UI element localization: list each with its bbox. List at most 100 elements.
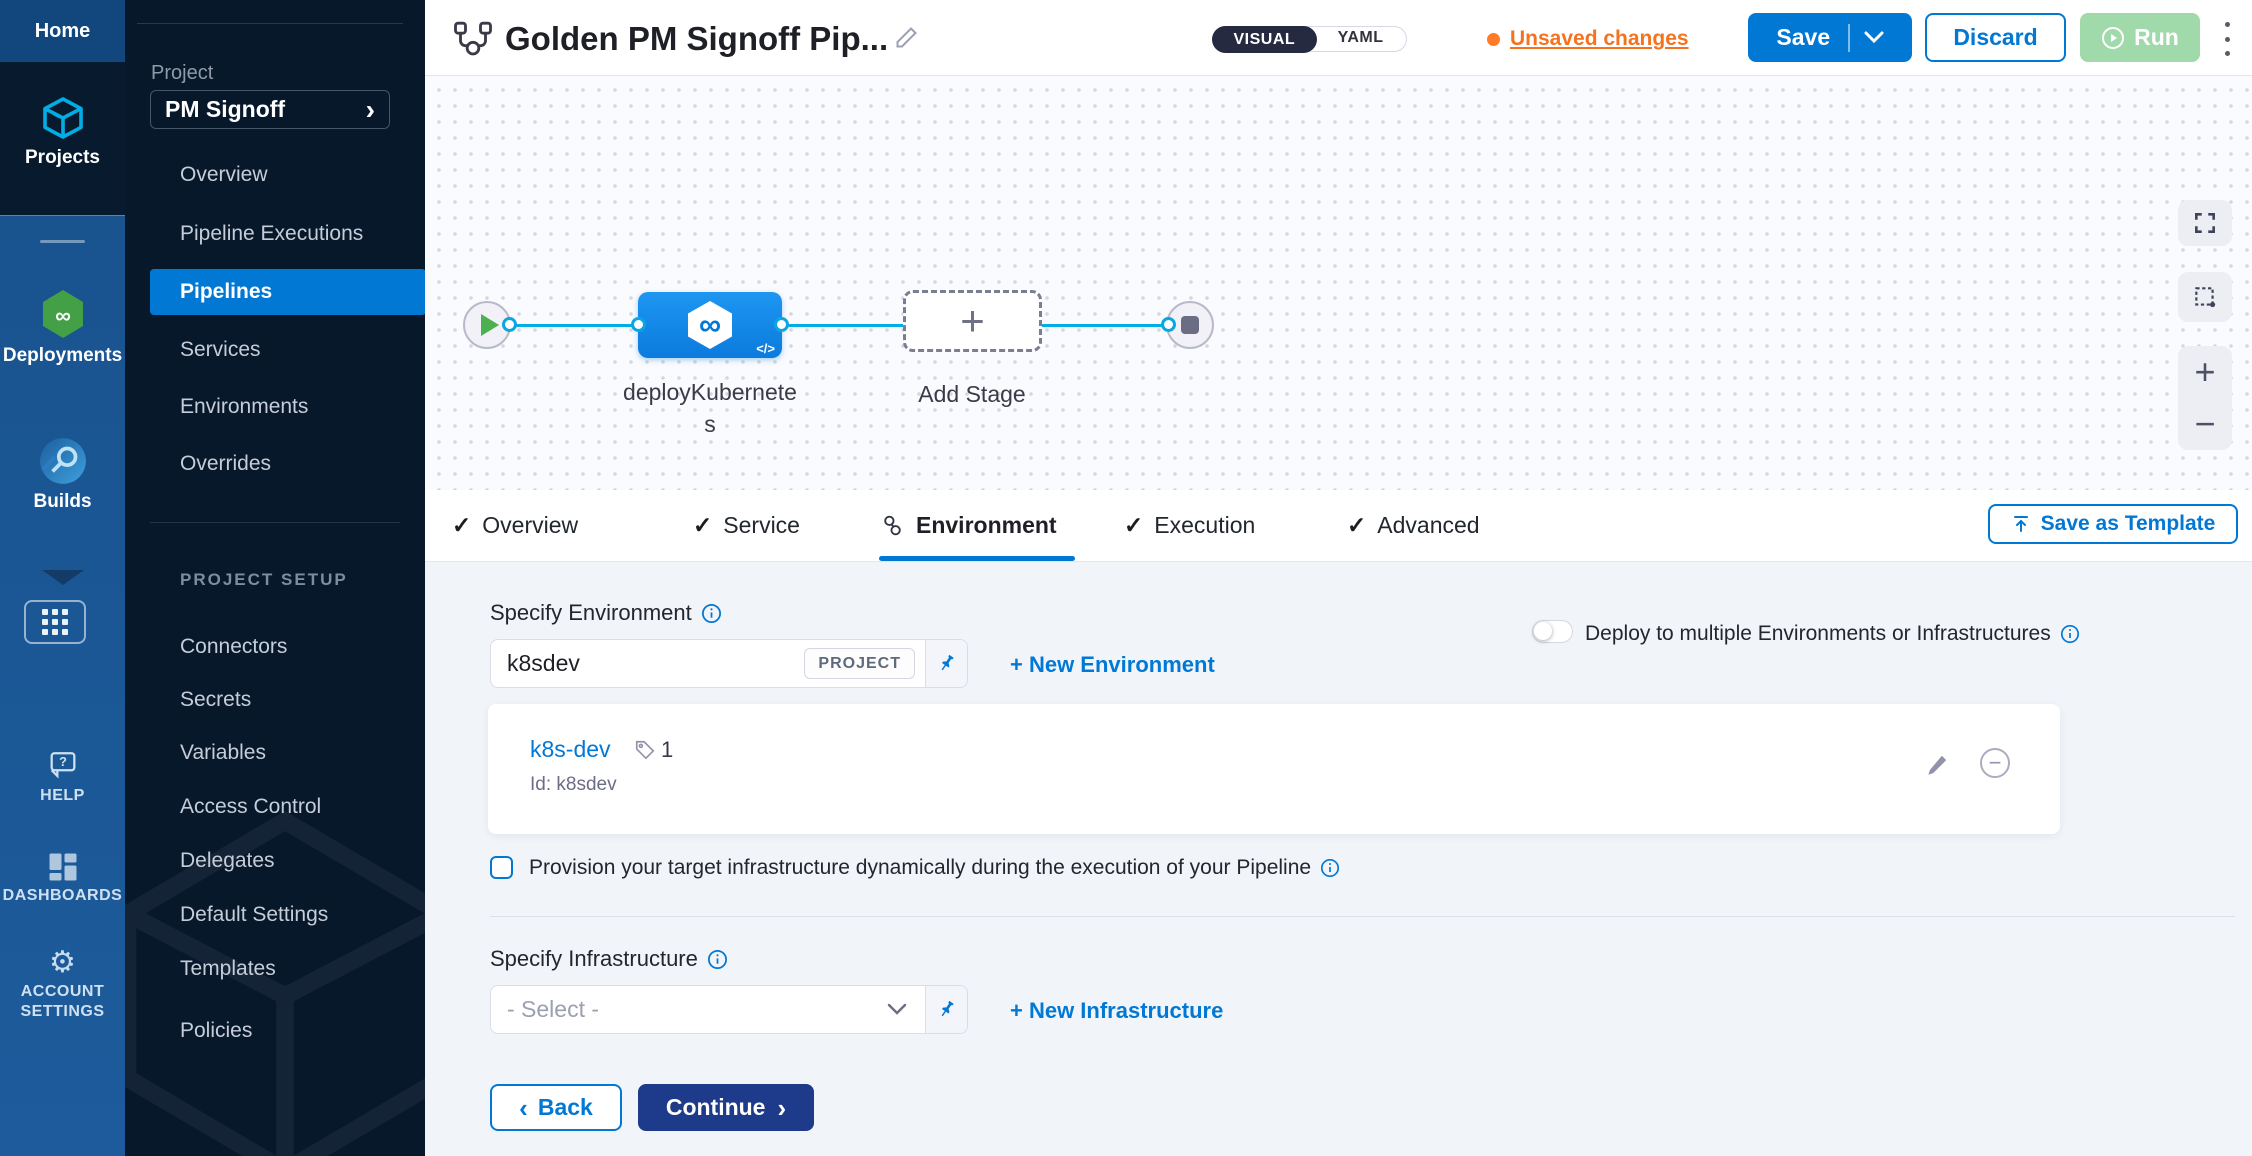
rail-account-settings[interactable]: ⚙ ACCOUNT SETTINGS: [0, 948, 125, 1022]
ci-circle-icon: [38, 436, 88, 486]
nav-item-delegates[interactable]: Delegates: [150, 838, 425, 884]
rail-dashboards-label: DASHBOARDS: [0, 887, 125, 905]
tab-label: Advanced: [1377, 512, 1479, 539]
nav-item-policies[interactable]: Policies: [150, 1008, 425, 1054]
mode-yaml[interactable]: YAML: [1316, 26, 1406, 52]
rail-module-projects[interactable]: Projects: [0, 94, 125, 169]
module-grid-icon: [42, 609, 68, 635]
specify-environment-label: Specify Environment: [490, 600, 722, 626]
cd-stage-hexagon-icon: ∞: [688, 301, 732, 349]
tag-count-group: 1: [634, 737, 673, 763]
info-icon[interactable]: [1320, 858, 1340, 878]
kebab-menu[interactable]: [2215, 22, 2239, 56]
check-icon: ✓: [693, 512, 712, 539]
save-button[interactable]: Save: [1748, 13, 1912, 62]
chevron-down-icon[interactable]: [1864, 31, 1884, 44]
rail-module-builds[interactable]: Builds: [0, 436, 125, 513]
section-divider: [490, 916, 2235, 917]
rail-help[interactable]: ? HELP: [0, 750, 125, 805]
label-text: Deploy to multiple Environments or Infra…: [1585, 622, 2051, 646]
connector-dot[interactable]: [502, 317, 517, 332]
nav-item-pipeline-executions[interactable]: Pipeline Executions: [150, 211, 425, 257]
info-icon[interactable]: [701, 603, 722, 624]
zoom-in-button[interactable]: +: [2194, 355, 2215, 389]
continue-label: Continue: [666, 1094, 766, 1121]
mode-visual[interactable]: VISUAL: [1212, 26, 1318, 53]
environment-input[interactable]: [491, 650, 804, 677]
remove-environment-button[interactable]: −: [1980, 748, 2010, 778]
tab-overview[interactable]: ✓ Overview: [452, 490, 578, 561]
multi-env-toggle[interactable]: [1532, 620, 1573, 643]
connector-dot[interactable]: [631, 317, 646, 332]
tab-execution[interactable]: ✓ Execution: [1124, 490, 1255, 561]
infrastructure-placeholder: - Select -: [491, 996, 887, 1023]
unsaved-changes[interactable]: Unsaved changes: [1487, 27, 1689, 51]
pin-button[interactable]: [925, 986, 967, 1033]
save-label: Save: [1776, 24, 1830, 51]
nav-item-variables[interactable]: Variables: [150, 730, 425, 776]
tab-advanced[interactable]: ✓ Advanced: [1347, 490, 1480, 561]
nav-item-overview[interactable]: Overview: [150, 152, 425, 198]
nav-item-secrets[interactable]: Secrets: [150, 677, 425, 723]
save-split-divider: [1848, 24, 1850, 52]
rail-module-deployments[interactable]: ∞ Deployments: [0, 288, 125, 367]
stage-label: deployKubernetes: [619, 376, 801, 440]
help-chat-icon: ?: [46, 750, 80, 782]
module-grid-button[interactable]: [24, 600, 86, 644]
new-environment-link[interactable]: + New Environment: [1010, 652, 1215, 678]
nav-item-default-settings[interactable]: Default Settings: [150, 892, 425, 938]
back-button[interactable]: ‹ Back: [490, 1084, 622, 1131]
module-rail: Home Projects ∞ Deployments: [0, 0, 125, 1156]
tab-service[interactable]: ✓ Service: [693, 490, 800, 561]
connector-dot[interactable]: [774, 317, 789, 332]
connector-dot[interactable]: [1161, 317, 1176, 332]
label-text: Specify Infrastructure: [490, 946, 698, 972]
collapse-chevron-icon[interactable]: [42, 570, 84, 585]
nav-item-access-control[interactable]: Access Control: [150, 784, 425, 830]
continue-button[interactable]: Continue ›: [638, 1084, 814, 1131]
nav-item-pipelines[interactable]: Pipelines: [150, 269, 425, 315]
rail-divider: [0, 215, 125, 216]
visual-yaml-toggle[interactable]: VISUAL YAML: [1212, 26, 1407, 52]
infrastructure-select[interactable]: - Select -: [490, 985, 968, 1034]
specify-infrastructure-label: Specify Infrastructure: [490, 946, 728, 972]
environment-name-link[interactable]: k8s-dev: [530, 736, 611, 763]
info-icon[interactable]: [707, 949, 728, 970]
provision-checkbox[interactable]: [490, 856, 513, 879]
rail-dashboards[interactable]: DASHBOARDS: [0, 852, 125, 905]
discard-button[interactable]: Discard: [1925, 13, 2066, 62]
pin-button[interactable]: [925, 640, 967, 687]
svg-text:?: ?: [59, 754, 67, 769]
pipeline-header: Golden PM Signoff Pip... VISUAL YAML Uns…: [425, 0, 2252, 76]
add-stage-node[interactable]: +: [903, 290, 1042, 352]
project-selector[interactable]: PM Signoff ›: [150, 90, 390, 129]
stage-node-deploy-kubernetes[interactable]: ∞ </>: [638, 292, 782, 358]
edit-pencil-icon[interactable]: [893, 24, 920, 51]
fullscreen-button[interactable]: [2178, 200, 2232, 246]
nav-item-overrides[interactable]: Overrides: [150, 441, 425, 487]
nav-item-connectors[interactable]: Connectors: [150, 624, 425, 670]
nav-item-templates[interactable]: Templates: [150, 946, 425, 992]
nav-item-environments[interactable]: Environments: [150, 384, 425, 430]
settings-gear-icon: ⚙: [0, 948, 125, 978]
tag-count: 1: [661, 737, 673, 763]
toggle-knob: [1534, 622, 1552, 640]
marquee-select-button[interactable]: [2178, 272, 2232, 322]
cube-icon: [39, 94, 87, 142]
info-icon[interactable]: [2060, 624, 2080, 644]
tab-environment[interactable]: Environment: [880, 490, 1057, 561]
project-name: PM Signoff: [165, 96, 366, 123]
label-text: Specify Environment: [490, 600, 692, 626]
nav-item-services[interactable]: Services: [150, 327, 425, 373]
chevron-left-icon: ‹: [519, 1098, 528, 1118]
environment-id: Id: k8sdev: [530, 774, 617, 796]
new-infrastructure-link[interactable]: + New Infrastructure: [1010, 998, 1223, 1024]
zoom-out-button[interactable]: −: [2194, 407, 2215, 441]
edit-environment-button[interactable]: [1924, 752, 1950, 778]
run-button[interactable]: Run: [2080, 13, 2200, 62]
unsaved-label: Unsaved changes: [1510, 27, 1689, 51]
pipeline-canvas[interactable]: ∞ </> deployKubernetes + Add Stage +: [425, 76, 2252, 490]
pin-icon: [932, 649, 961, 678]
rail-home-button[interactable]: Home: [0, 0, 125, 62]
save-as-template-button[interactable]: Save as Template: [1988, 504, 2238, 544]
